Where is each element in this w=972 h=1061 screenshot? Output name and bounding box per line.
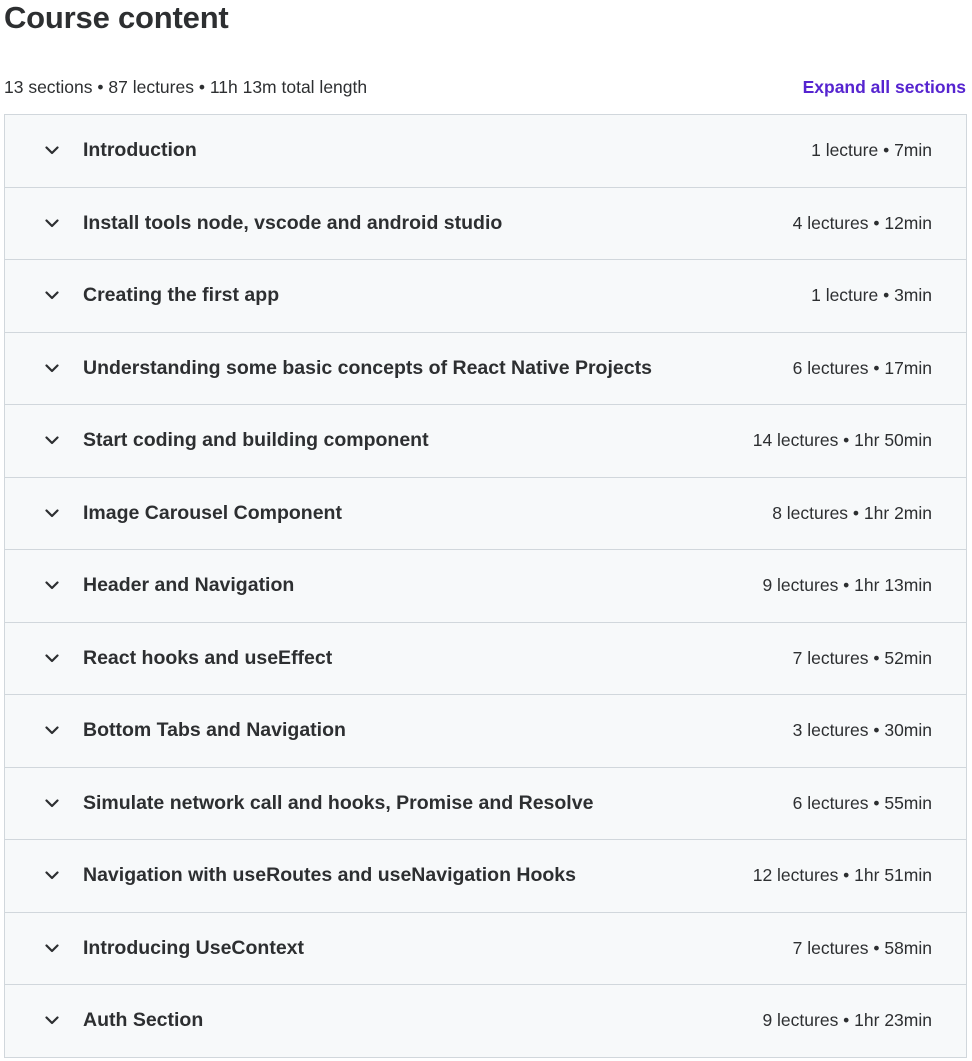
section-header[interactable]: Navigation with useRoutes and useNavigat… — [5, 840, 966, 913]
section-header[interactable]: Auth Section 9 lectures • 1hr 23min — [5, 985, 966, 1058]
section-meta: 1 lecture • 7min — [811, 140, 932, 161]
section-header[interactable]: Bottom Tabs and Navigation 3 lectures • 3… — [5, 695, 966, 768]
section-title: Start coding and building component — [83, 429, 429, 452]
section-header[interactable]: Introducing UseContext 7 lectures • 58min — [5, 912, 966, 985]
sections-accordion: Introduction 1 lecture • 7min Install tool… — [4, 114, 967, 1058]
chevron-down-icon — [43, 722, 61, 740]
chevron-down-icon — [43, 649, 61, 667]
section-title: Header and Navigation — [83, 574, 295, 597]
chevron-down-icon — [43, 577, 61, 595]
section-title: Navigation with useRoutes and useNavigat… — [83, 864, 576, 887]
course-summary: 13 sections • 87 lectures • 11h 13m tota… — [4, 76, 368, 97]
section-meta: 1 lecture • 3min — [811, 285, 932, 306]
section-title: Bottom Tabs and Navigation — [83, 719, 346, 742]
chevron-down-icon — [43, 1012, 61, 1030]
section-meta: 9 lectures • 1hr 23min — [762, 1010, 932, 1031]
section-title: Auth Section — [83, 1009, 204, 1032]
chevron-down-icon — [43, 432, 61, 450]
section-meta: 14 lectures • 1hr 50min — [752, 430, 932, 451]
section-title: Introduction — [83, 139, 197, 162]
chevron-down-icon — [43, 142, 61, 160]
chevron-down-icon — [43, 287, 61, 305]
chevron-down-icon — [43, 939, 61, 957]
course-summary-row: 13 sections • 87 lectures • 11h 13m tota… — [4, 74, 966, 100]
course-content-panel: Course content 13 sections • 87 lectures… — [0, 0, 972, 1061]
expand-all-sections-button[interactable]: Expand all sections — [803, 77, 966, 98]
chevron-down-icon — [43, 867, 61, 885]
chevron-down-icon — [43, 504, 61, 522]
chevron-down-icon — [43, 794, 61, 812]
section-header[interactable]: Introduction 1 lecture • 7min — [5, 115, 966, 188]
section-title: Creating the first app — [83, 284, 280, 307]
section-meta: 8 lectures • 1hr 2min — [772, 502, 932, 523]
section-header[interactable]: Image Carousel Component 8 lectures • 1hr… — [5, 477, 966, 550]
section-meta: 3 lectures • 30min — [792, 720, 932, 741]
section-meta: 6 lectures • 17min — [792, 357, 932, 378]
section-title: Introducing UseContext — [83, 936, 305, 959]
section-meta: 7 lectures • 52min — [792, 647, 932, 668]
section-meta: 7 lectures • 58min — [792, 937, 932, 958]
section-header[interactable]: Creating the first app 1 lecture • 3min — [5, 260, 966, 333]
section-title: Simulate network call and hooks, Promise… — [83, 791, 594, 814]
page-title: Course content — [4, 0, 229, 35]
section-header[interactable]: Install tools node, vscode and android s… — [5, 187, 966, 260]
section-meta: 12 lectures • 1hr 51min — [752, 865, 932, 886]
section-title: Image Carousel Component — [83, 501, 342, 524]
chevron-down-icon — [43, 359, 61, 377]
chevron-down-icon — [43, 214, 61, 232]
section-title: Install tools node, vscode and android s… — [83, 211, 503, 234]
section-meta: 6 lectures • 55min — [792, 792, 932, 813]
section-header[interactable]: Simulate network call and hooks, Promise… — [5, 767, 966, 840]
section-title: Understanding some basic concepts of Rea… — [83, 356, 652, 379]
section-meta: 4 lectures • 12min — [792, 212, 932, 233]
section-header[interactable]: Header and Navigation 9 lectures • 1hr 13… — [5, 550, 966, 623]
section-meta: 9 lectures • 1hr 13min — [762, 575, 932, 596]
section-header[interactable]: React hooks and useEffect 7 lectures • 52… — [5, 622, 966, 695]
section-title: React hooks and useEffect — [83, 646, 333, 669]
section-header[interactable]: Start coding and building component 14 le… — [5, 405, 966, 478]
section-header[interactable]: Understanding some basic concepts of Rea… — [5, 332, 966, 405]
